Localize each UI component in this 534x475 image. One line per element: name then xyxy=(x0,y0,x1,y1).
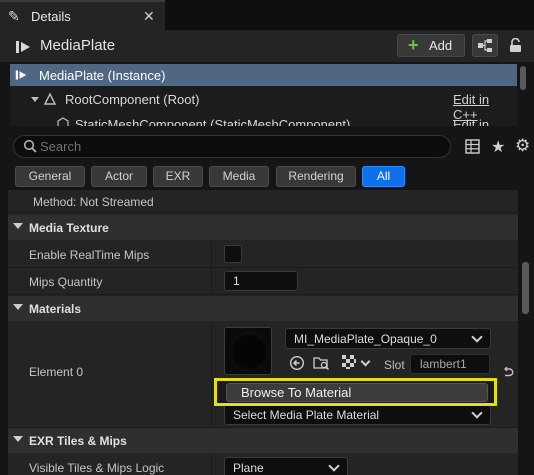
mips-quantity-field[interactable]: 1 xyxy=(224,271,298,291)
expand-caret-icon[interactable] xyxy=(31,97,39,102)
actor-header: MediaPlate + Add xyxy=(0,30,534,62)
lock-icon[interactable] xyxy=(509,38,522,53)
tab-title: Details xyxy=(31,9,71,24)
tree-row-static-mesh[interactable]: StaticMeshComponent (StaticMeshComponent… xyxy=(10,113,517,126)
blueprint-icon xyxy=(478,39,492,52)
visible-tiles-logic-select[interactable]: Plane xyxy=(224,457,348,475)
select-material-label: Select Media Plate Material xyxy=(233,408,380,422)
close-tab-icon[interactable]: ✕ xyxy=(143,8,155,25)
material-thumbnail[interactable] xyxy=(224,327,272,375)
search-icon xyxy=(23,139,37,153)
method-row: Method: Not Streamed xyxy=(8,190,518,213)
settings-gear-icon[interactable]: ⚙ xyxy=(515,136,530,156)
add-component-button[interactable]: + Add xyxy=(397,34,465,57)
details-tab[interactable]: ✎ Details ✕ xyxy=(0,0,165,30)
browse-to-material-menu-item[interactable]: Browse To Material xyxy=(226,383,488,402)
prop-mips-quantity: Mips Quantity 1 xyxy=(8,268,518,295)
browse-folder-icon[interactable] xyxy=(313,355,330,371)
scene-component-icon xyxy=(43,93,57,105)
pencil-icon: ✎ xyxy=(8,8,20,24)
tree-scrollbar[interactable] xyxy=(520,66,526,90)
filter-general[interactable]: General xyxy=(15,166,85,187)
slot-name-field[interactable]: lambert1 xyxy=(410,354,490,374)
collapse-caret-icon xyxy=(13,223,23,229)
prop-element-0: Element 0 MI_MediaPlate_Opaque_0 Slot la… xyxy=(8,322,518,428)
filter-exr[interactable]: EXR xyxy=(153,166,203,187)
media-plate-icon xyxy=(15,70,27,80)
search-placeholder: Search xyxy=(40,139,82,154)
prop-visible-tiles-logic: Visible Tiles & Mips Logic Plane xyxy=(8,454,518,475)
prop-label: Mips Quantity xyxy=(29,275,103,289)
tree-row-label: RootComponent (Root) xyxy=(65,92,200,107)
edit-in-cpp-link[interactable]: Edit in C++ xyxy=(453,117,517,126)
blueprint-button[interactable] xyxy=(472,34,498,57)
reset-to-default-icon[interactable] xyxy=(502,366,514,378)
search-input[interactable]: Search xyxy=(13,135,451,158)
favorites-star-icon[interactable]: ★ xyxy=(491,137,505,157)
table-view-icon[interactable] xyxy=(465,139,480,154)
actor-name: MediaPlate xyxy=(40,37,116,54)
checker-texture-icon[interactable] xyxy=(342,355,356,369)
prop-enable-realtime-mips: Enable RealTime Mips xyxy=(8,241,518,268)
prop-label: Element 0 xyxy=(29,365,84,379)
add-label: Add xyxy=(429,38,453,53)
use-selected-icon[interactable] xyxy=(289,355,305,371)
section-title: Materials xyxy=(29,302,82,316)
media-plate-icon xyxy=(16,41,30,53)
prop-label: Enable RealTime Mips xyxy=(29,248,150,262)
filter-all[interactable]: All xyxy=(362,166,405,187)
tab-bar: ✎ Details ✕ xyxy=(0,0,534,30)
plus-icon: + xyxy=(408,35,419,55)
visible-tiles-value: Plane xyxy=(233,461,264,475)
enable-realtime-mips-checkbox[interactable] xyxy=(224,245,242,263)
section-materials[interactable]: Materials xyxy=(8,296,518,321)
chevron-down-icon[interactable] xyxy=(360,356,371,367)
static-mesh-icon xyxy=(57,117,69,126)
slot-label: Slot xyxy=(384,358,405,372)
properties-panel: Method: Not Streamed Media Texture Enabl… xyxy=(8,190,518,475)
tree-row-root[interactable]: RootComponent (Root) Edit in C++ xyxy=(10,88,517,122)
tree-row-label: MediaPlate (Instance) xyxy=(39,68,166,83)
chevron-down-icon xyxy=(471,331,483,343)
material-value: MI_MediaPlate_Opaque_0 xyxy=(294,332,437,346)
chevron-down-icon xyxy=(328,460,340,472)
prop-label: Visible Tiles & Mips Logic xyxy=(29,461,165,475)
section-title: Media Texture xyxy=(29,221,109,235)
filter-rendering[interactable]: Rendering xyxy=(276,166,356,187)
filter-actor[interactable]: Actor xyxy=(91,166,147,187)
components-tree: MediaPlate (Instance) RootComponent (Roo… xyxy=(10,64,517,126)
filter-media[interactable]: Media xyxy=(209,166,269,187)
section-title: EXR Tiles & Mips xyxy=(29,434,127,448)
chevron-down-icon xyxy=(471,407,483,419)
method-text: Method: Not Streamed xyxy=(33,195,154,209)
collapse-caret-icon xyxy=(13,436,23,442)
tree-row-label: StaticMeshComponent (StaticMeshComponent… xyxy=(75,117,351,126)
section-media-texture[interactable]: Media Texture xyxy=(8,215,518,240)
material-context-menu: Browse To Material xyxy=(214,378,497,406)
collapse-caret-icon xyxy=(13,304,23,310)
details-scrollbar[interactable] xyxy=(522,262,529,314)
section-exr-tiles-mips[interactable]: EXR Tiles & Mips xyxy=(8,428,518,453)
media-plate-material-select[interactable]: Select Media Plate Material xyxy=(224,404,491,425)
tree-row-instance[interactable]: MediaPlate (Instance) xyxy=(10,64,517,86)
material-picker[interactable]: MI_MediaPlate_Opaque_0 xyxy=(285,328,491,349)
